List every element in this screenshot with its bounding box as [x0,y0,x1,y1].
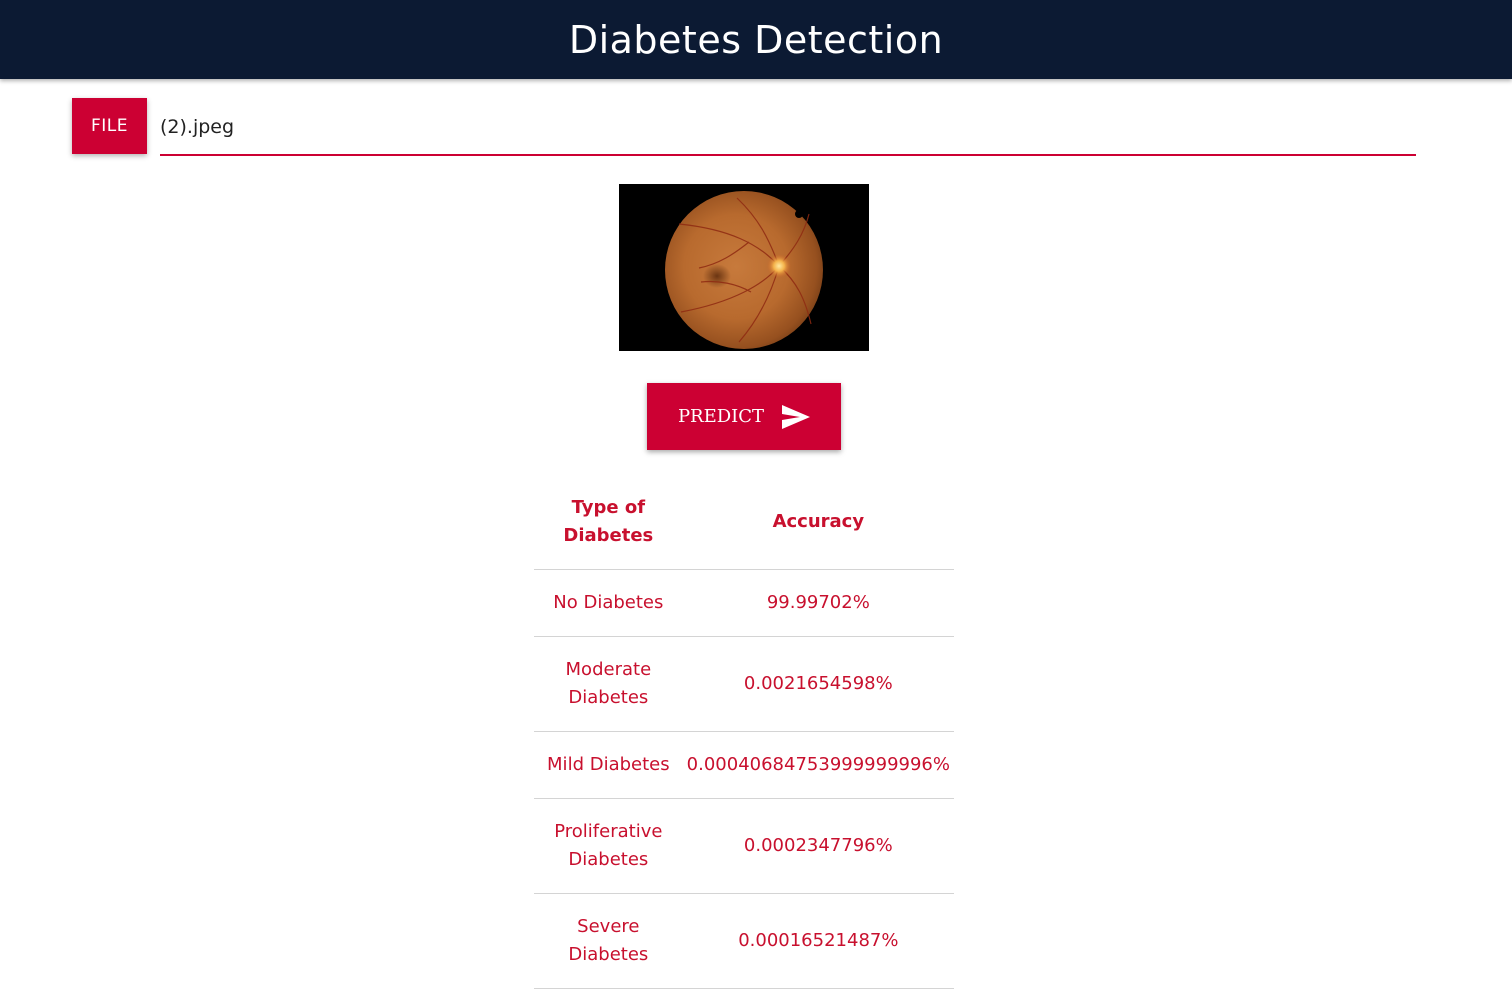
table-row: Severe Diabetes 0.00016521487% [534,893,954,989]
fundus-image [619,184,869,351]
send-icon [782,404,811,429]
diabetes-type-cell: Proliferative Diabetes [534,798,683,894]
column-header-type: Type of Diabetes [534,482,683,570]
file-button[interactable]: FILE [72,98,147,154]
diabetes-type-cell: No Diabetes [534,569,683,637]
table-row: Mild Diabetes 0.00040684753999999996% [534,731,954,799]
predict-button-label: PREDICT [677,406,765,427]
table-row: Proliferative Diabetes 0.0002347796% [534,798,954,894]
accuracy-cell: 0.00016521487% [682,893,954,989]
table-header-row: Type of Diabetes Accuracy [534,482,954,570]
predict-button[interactable]: PREDICT [647,383,841,450]
diabetes-type-cell: Moderate Diabetes [534,636,683,732]
table-row: No Diabetes 99.99702% [534,569,954,637]
column-header-accuracy: Accuracy [682,482,954,570]
diabetes-type-cell: Severe Diabetes [534,893,683,989]
accuracy-cell: 0.0021654598% [682,636,954,732]
results-table: Type of Diabetes Accuracy No Diabetes 99… [534,482,954,989]
accuracy-cell: 99.99702% [682,569,954,637]
fundus-image-preview [619,184,869,351]
accuracy-cell: 0.00040684753999999996% [682,731,954,799]
app-header: Diabetes Detection [0,0,1512,79]
table-row: Moderate Diabetes 0.0021654598% [534,636,954,732]
page-title: Diabetes Detection [568,17,944,62]
accuracy-cell: 0.0002347796% [682,798,954,894]
diabetes-type-cell: Mild Diabetes [534,731,683,799]
file-path-input[interactable]: (2).jpeg [160,100,1416,156]
